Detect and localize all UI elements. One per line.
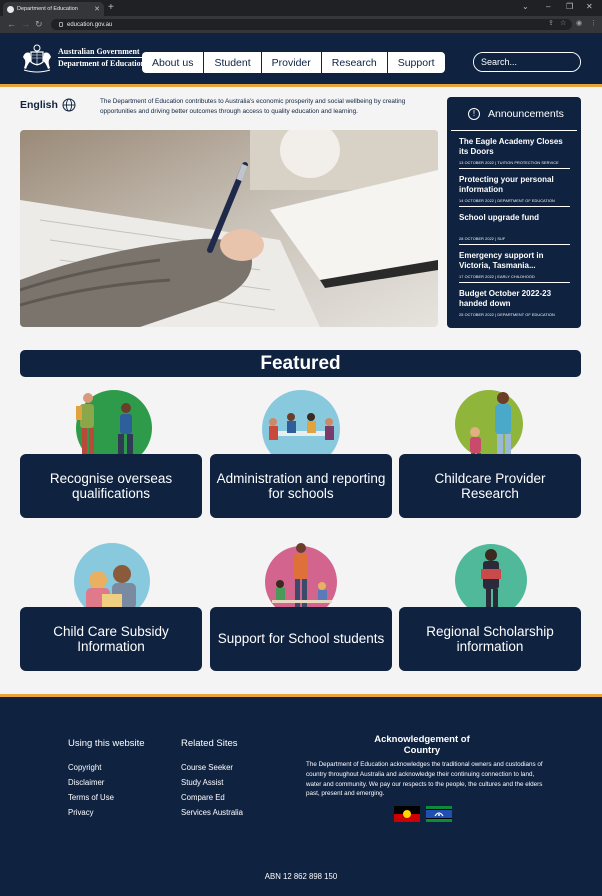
footer-link-disclaimer[interactable]: Disclaimer [68, 778, 104, 787]
main-nav: About us Student Provider Research Suppo… [142, 52, 445, 73]
tab-search-icon[interactable]: ⌄ [522, 3, 529, 11]
featured-card-regional-scholarship[interactable]: Regional Scholarship information [399, 607, 581, 671]
announcement-meta: 14 OCTOBER 2022 | DEPARTMENT OF EDUCATIO… [459, 199, 555, 203]
announcements-panel: ! Announcements The Eagle Academy Closes… [447, 97, 581, 328]
footer-link-course-seeker[interactable]: Course Seeker [181, 763, 233, 772]
announcement-title: Protecting your personal information [459, 175, 554, 194]
back-icon[interactable]: ← [7, 19, 16, 29]
footer-link-copyright[interactable]: Copyright [68, 763, 101, 772]
footer-link-privacy[interactable]: Privacy [68, 808, 94, 817]
close-window-icon[interactable]: ✕ [586, 3, 593, 11]
search-box [473, 52, 581, 72]
address-bar[interactable]: education.gov.au [51, 19, 572, 30]
torres-strait-flag-icon [426, 806, 452, 822]
announcement-meta: 17 OCTOBER 2022 | EARLY CHILDHOOD [459, 275, 535, 279]
announcement-item[interactable]: Budget October 2022-23 handed down 25 OC… [459, 283, 570, 321]
header-stripe [0, 84, 602, 87]
featured-card-childcare-provider-research[interactable]: Childcare Provider Research [399, 454, 581, 518]
coat-of-arms-icon [23, 44, 51, 73]
announcement-meta: 28 OCTOBER 2022 | SUF [459, 237, 506, 241]
hero-image [20, 130, 438, 327]
favicon-icon [7, 5, 14, 13]
intro-text: The Department of Education contributes … [100, 98, 406, 115]
logo-line1: Australian Government [58, 47, 140, 56]
globe-icon [62, 98, 76, 112]
nav-provider[interactable]: Provider [262, 52, 322, 73]
nav-student[interactable]: Student [204, 52, 262, 73]
profile-icon[interactable]: ◉ [576, 20, 582, 28]
nav-research[interactable]: Research [322, 52, 388, 73]
bookmark-star-icon[interactable]: ☆ [560, 20, 566, 28]
footer-link-compare-ed[interactable]: Compare Ed [181, 793, 225, 802]
nav-about-us[interactable]: About us [142, 52, 205, 73]
announcement-item[interactable]: Protecting your personal information 14 … [459, 169, 570, 207]
footer-using-title: Using this website [68, 738, 145, 749]
browser-tab[interactable]: Department of Education ✕ [3, 2, 104, 16]
announcement-item[interactable]: Emergency support in Victoria, Tasmania.… [459, 245, 570, 283]
acknowledgement-title: Acknowledgement of Country [374, 734, 470, 756]
nav-support[interactable]: Support [388, 52, 445, 73]
language-selector[interactable]: English [20, 98, 76, 112]
announcements-title: Announcements [488, 107, 564, 120]
browser-toolbar: ← → ↻ education.gov.au ⇪ ☆ ◉ ⋮ [0, 16, 602, 33]
featured-card-child-care-subsidy[interactable]: Child Care Subsidy Information [20, 607, 202, 671]
aboriginal-flag-icon [394, 806, 420, 822]
featured-card-support-school-students[interactable]: Support for School students [210, 607, 392, 671]
share-icon[interactable]: ⇪ [548, 20, 554, 28]
announcement-title: The Eagle Academy Closes its Doors [459, 137, 563, 156]
footer-related-title: Related Sites [181, 738, 238, 749]
restore-icon[interactable]: ❐ [566, 3, 573, 11]
announcement-title: Emergency support in Victoria, Tasmania.… [459, 251, 544, 270]
forward-icon[interactable]: → [21, 19, 30, 29]
announcement-meta: 13 OCTOBER 2022 | TUITION PROTECTION SER… [459, 161, 559, 165]
featured-heading: Featured [20, 350, 581, 377]
footer-link-study-assist[interactable]: Study Assist [181, 778, 223, 787]
announcement-meta: 25 OCTOBER 2022 | DEPARTMENT OF EDUCATIO… [459, 313, 555, 317]
new-tab-icon[interactable]: + [108, 3, 114, 13]
url-text: education.gov.au [67, 21, 113, 28]
language-label: English [20, 99, 58, 111]
abn-number: ABN 12 862 898 150 [264, 872, 338, 881]
acknowledgement-text: The Department of Education acknowledges… [306, 761, 543, 798]
announcement-item[interactable]: School upgrade fund 28 OCTOBER 2022 | SU… [459, 207, 570, 245]
menu-dots-icon[interactable]: ⋮ [590, 20, 597, 28]
reload-icon[interactable]: ↻ [35, 19, 43, 29]
announcement-item[interactable]: The Eagle Academy Closes its Doors 13 OC… [459, 131, 570, 169]
lock-icon [59, 22, 63, 27]
tab-close-icon[interactable]: ✕ [94, 5, 100, 13]
announcement-title: Budget October 2022-23 handed down [459, 289, 552, 308]
featured-card-administration-reporting[interactable]: Administration and reporting for schools [210, 454, 392, 518]
minimize-icon[interactable]: – [546, 3, 550, 11]
footer-link-services-australia[interactable]: Services Australia [181, 808, 243, 817]
browser-tabstrip: Department of Education ✕ + ⌄ – ❐ ✕ [0, 0, 602, 16]
tab-title: Department of Education [17, 6, 78, 12]
featured-card-overseas-qualifications[interactable]: Recognise overseas qualifications [20, 454, 202, 518]
gov-logo[interactable]: Australian Government Department of Educ… [20, 43, 146, 73]
logo-line2: Department of Education [58, 57, 146, 68]
info-icon: ! [468, 107, 480, 120]
search-input[interactable] [474, 53, 580, 71]
footer-link-terms[interactable]: Terms of Use [68, 793, 114, 802]
announcement-title: School upgrade fund [459, 213, 539, 222]
